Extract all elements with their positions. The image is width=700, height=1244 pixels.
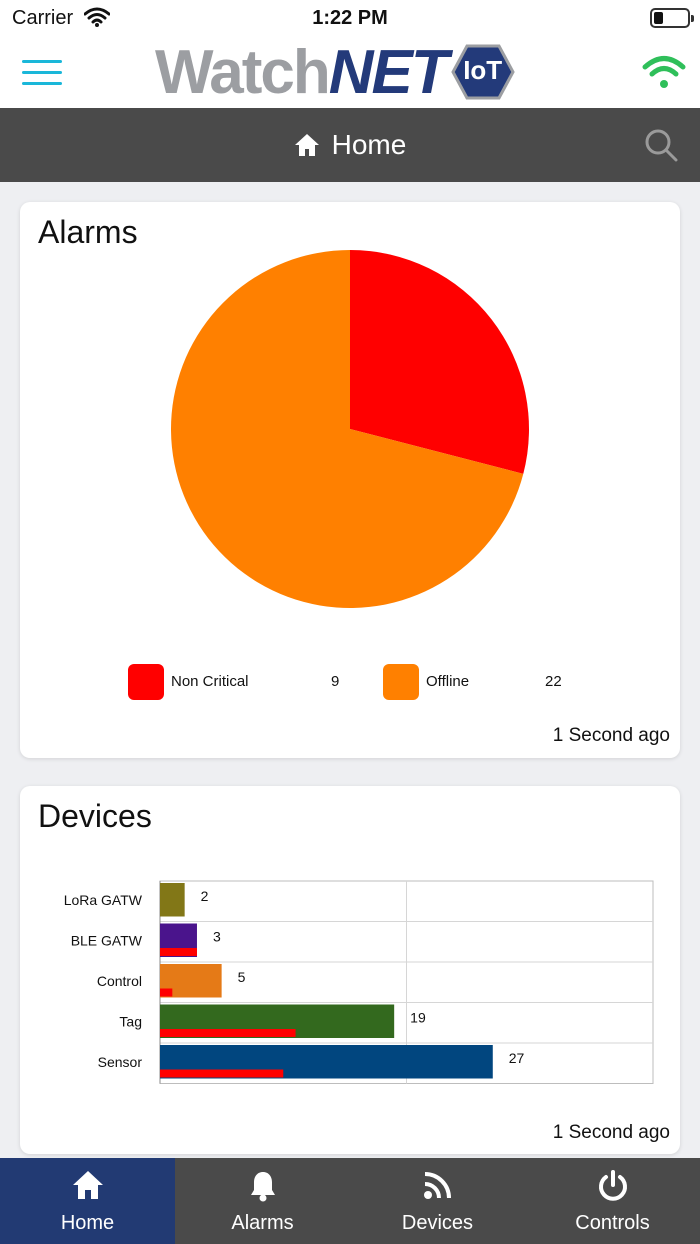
- power-icon: [598, 1170, 627, 1201]
- logo-iot-text: IoT: [463, 55, 503, 85]
- bar-value-control: 5: [238, 969, 246, 985]
- bar-overlay-control: [160, 988, 173, 997]
- nav-controls-label: Controls: [575, 1212, 650, 1234]
- legend-value-offline: 22: [545, 673, 562, 690]
- nav-alarms-label: Alarms: [231, 1212, 294, 1234]
- devices-card[interactable]: Devices LoRa GATW 2 BLE GATW 3 Control 5 Tag 19…: [20, 786, 680, 1154]
- home-icon: [72, 1171, 103, 1199]
- status-bar: Carrier 1:22 PM: [0, 0, 700, 36]
- bar-label-sensor: Sensor: [98, 1054, 143, 1070]
- bar-label-ble-gatw: BLE GATW: [71, 932, 143, 948]
- status-time: 1:22 PM: [312, 7, 388, 29]
- page-title: Home: [331, 129, 407, 160]
- legend-swatch-non-critical: [128, 664, 164, 700]
- battery-icon: [650, 8, 694, 28]
- bar-value-lora-gatw: 2: [201, 888, 209, 904]
- nav-controls[interactable]: Controls: [525, 1158, 700, 1244]
- logo-text-watch: Watch: [155, 37, 331, 107]
- logo-iot-badge: IoT: [450, 43, 515, 101]
- legend-label-non-critical: Non Critical: [171, 673, 249, 690]
- bell-icon: [250, 1172, 275, 1202]
- connection-wifi-icon: [642, 56, 686, 88]
- bar-value-sensor: 27: [509, 1050, 525, 1066]
- hamburger-menu-icon[interactable]: [22, 60, 62, 86]
- logo-text-net: NET: [328, 37, 449, 107]
- home-icon: [294, 134, 319, 156]
- devices-bar-chart: LoRa GATW 2 BLE GATW 3 Control 5 Tag 19 Sensor 27: [64, 880, 654, 1084]
- nav-devices[interactable]: Devices: [350, 1158, 525, 1244]
- nav-home[interactable]: Home: [0, 1158, 175, 1244]
- bar-overlay-tag: [160, 1029, 296, 1037]
- nav-alarms[interactable]: Alarms: [175, 1158, 350, 1244]
- bar-value-ble-gatw: 3: [213, 928, 221, 944]
- legend-swatch-offline: [383, 664, 419, 700]
- nav-devices-label: Devices: [401, 1212, 474, 1234]
- app-header: Watch NET IoT: [0, 36, 700, 108]
- legend-label-offline: Offline: [426, 673, 470, 690]
- bottom-nav: Home Alarms Devices Controls: [0, 1158, 700, 1244]
- bar-overlay-sensor: [160, 1069, 284, 1078]
- rss-icon: [423, 1172, 451, 1199]
- alarms-legend: Non Critical 9 Offline 22: [20, 664, 680, 700]
- search-icon[interactable]: [644, 128, 678, 162]
- legend-value-non-critical: 9: [331, 673, 340, 690]
- alarms-card[interactable]: Alarms Non Critical 9 Offline 22 1 Secon…: [20, 202, 680, 758]
- bar-label-control: Control: [97, 973, 142, 989]
- bar-value-tag: 19: [410, 1009, 426, 1025]
- watchnet-logo: Watch NET IoT: [155, 38, 515, 107]
- nav-home-label: Home: [60, 1212, 115, 1234]
- bar-label-lora-gatw: LoRa GATW: [64, 892, 143, 908]
- bar-lora-gatw[interactable]: [160, 883, 185, 917]
- bar-overlay-ble-gatw: [160, 948, 197, 956]
- devices-updated-time: 1 Second ago: [552, 1122, 670, 1143]
- alarms-updated-time: 1 Second ago: [552, 725, 670, 746]
- alarms-pie-chart: [170, 250, 529, 608]
- title-bar: Home: [0, 108, 700, 182]
- bar-label-tag: Tag: [119, 1013, 142, 1029]
